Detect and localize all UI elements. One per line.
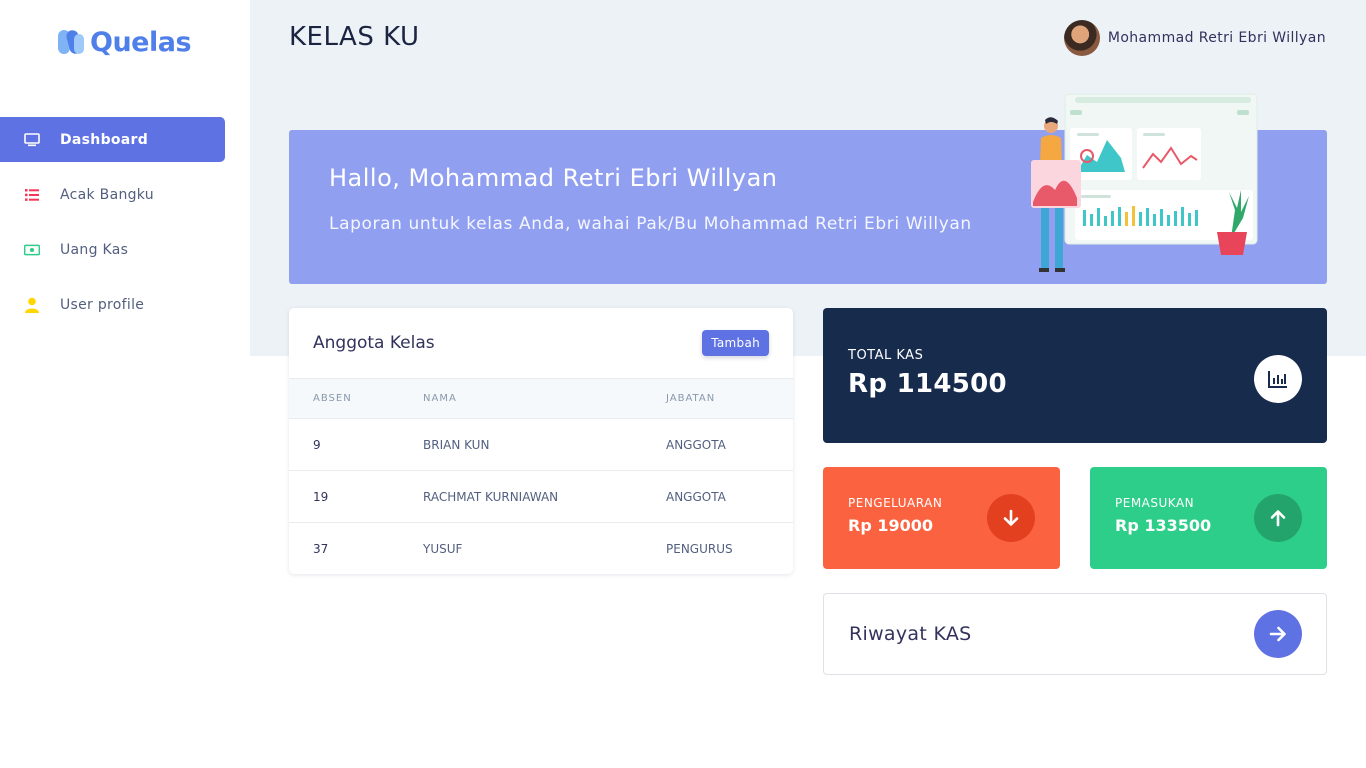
chart-bar-icon	[1254, 355, 1302, 403]
avatar	[1063, 20, 1100, 56]
add-member-button[interactable]: Tambah	[702, 330, 769, 356]
members-card-header: Anggota Kelas Tambah	[289, 308, 793, 378]
user-icon	[24, 297, 40, 313]
sidebar-item-label: Acak Bangku	[60, 186, 154, 203]
sidebar-item-user-profile[interactable]: User profile	[0, 282, 225, 327]
column-header-absen[interactable]: ABSEN	[289, 378, 423, 419]
sidebar-item-acak-bangku[interactable]: Acak Bangku	[0, 172, 225, 217]
cell-absen: 9	[289, 418, 423, 471]
page-title: KELAS KU	[289, 22, 420, 52]
members-card-title: Anggota Kelas	[313, 333, 435, 353]
table-row[interactable]: 19 RACHMAT KURNIAWAN ANGGOTA	[289, 470, 793, 523]
cell-absen: 37	[289, 522, 423, 574]
pengeluaran-label: PENGELUARAN	[848, 496, 943, 510]
user-menu[interactable]: Mohammad Retri Ebri Willyan	[1063, 20, 1326, 56]
sidebar-item-label: Uang Kas	[60, 241, 129, 258]
pengeluaran-card: PENGELUARAN Rp 19000	[823, 467, 1060, 569]
table-header-row: ABSEN NAMA JABATAN	[289, 378, 793, 419]
column-header-nama[interactable]: NAMA	[423, 378, 666, 419]
cell-nama: BRIAN KUN	[423, 418, 666, 471]
members-card: Anggota Kelas Tambah ABSEN NAMA JABATAN …	[289, 308, 793, 574]
pemasukan-value: Rp 133500	[1115, 516, 1212, 535]
pengeluaran-value: Rp 19000	[848, 516, 934, 535]
cell-jabatan: ANGGOTA	[666, 418, 793, 471]
cell-nama: RACHMAT KURNIAWAN	[423, 470, 666, 523]
user-name: Mohammad Retri Ebri Willyan	[1107, 30, 1326, 46]
table-row[interactable]: 9 BRIAN KUN ANGGOTA	[289, 418, 793, 471]
sidebar: Quelas Dashboard Acak Bangku Uang Kas Us…	[0, 0, 250, 768]
banner-subtitle: Laporan untuk kelas Anda, wahai Pak/Bu M…	[329, 214, 972, 234]
arrow-down-icon	[987, 494, 1035, 542]
sidebar-item-dashboard[interactable]: Dashboard	[0, 117, 225, 162]
pemasukan-label: PEMASUKAN	[1115, 496, 1195, 510]
cell-nama: YUSUF	[423, 522, 666, 574]
cell-absen: 19	[289, 470, 423, 523]
logo-text: Quelas	[90, 26, 192, 58]
sidebar-item-label: User profile	[60, 296, 145, 313]
members-table: ABSEN NAMA JABATAN 9 BRIAN KUN ANGGOTA 1…	[289, 378, 793, 574]
total-kas-value: Rp 114500	[848, 369, 1007, 399]
money-icon	[24, 242, 40, 258]
arrow-up-icon	[1254, 494, 1302, 542]
app-logo[interactable]: Quelas	[56, 26, 192, 58]
total-kas-label: TOTAL KAS	[848, 348, 924, 363]
banner-greeting: Hallo, Mohammad Retri Ebri Willyan	[329, 164, 778, 192]
column-header-jabatan[interactable]: JABATAN	[666, 378, 793, 419]
sidebar-nav: Dashboard Acak Bangku Uang Kas User prof…	[0, 117, 225, 337]
sidebar-item-uang-kas[interactable]: Uang Kas	[0, 227, 225, 272]
monitor-icon	[24, 132, 40, 148]
riwayat-kas-title: Riwayat KAS	[849, 623, 972, 645]
logo-icon	[58, 30, 84, 54]
cell-jabatan: PENGURUS	[666, 522, 793, 574]
pemasukan-card: PEMASUKAN Rp 133500	[1090, 467, 1327, 569]
table-row[interactable]: 37 YUSUF PENGURUS	[289, 522, 793, 574]
list-icon	[24, 187, 40, 203]
cell-jabatan: ANGGOTA	[666, 470, 793, 523]
total-kas-card: TOTAL KAS Rp 114500	[823, 308, 1327, 443]
dashboard-illustration	[1031, 93, 1258, 272]
riwayat-kas-link[interactable]: Riwayat KAS	[823, 593, 1327, 675]
arrow-right-icon[interactable]	[1254, 610, 1302, 658]
sidebar-item-label: Dashboard	[60, 131, 149, 148]
